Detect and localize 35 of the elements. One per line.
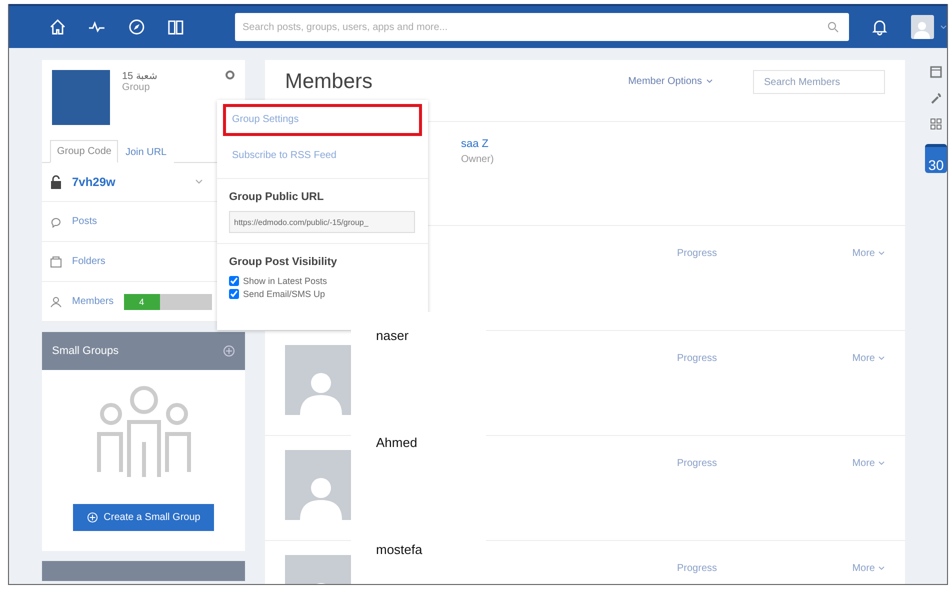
member-count-badge: 4 — [124, 294, 212, 310]
more-link[interactable]: More — [852, 353, 885, 364]
member-options-link[interactable]: Member Options — [628, 76, 713, 87]
create-small-group-button[interactable]: Create a Small Group — [72, 504, 214, 531]
more-link[interactable]: More — [852, 248, 885, 259]
member-name: naser — [376, 328, 410, 343]
member-name[interactable]: saa Z — [461, 138, 905, 150]
calendar-icon[interactable]: 30 — [925, 144, 947, 173]
member-name: mostefa — [376, 542, 424, 557]
progress-link[interactable]: Progress — [677, 563, 718, 574]
page-title: Members — [285, 70, 374, 94]
section-title: Group Post Visibility — [229, 256, 338, 268]
more-link[interactable]: More — [852, 563, 885, 574]
group-name: شعبة 15 — [122, 70, 157, 82]
progress-link[interactable]: Progress — [677, 353, 718, 364]
checkbox-label: Show in Latest Posts — [243, 276, 328, 286]
search-field[interactable]: Search posts, groups, users, apps and more... — [234, 13, 850, 41]
more-link[interactable]: More — [852, 458, 885, 469]
panel-title: Small Groups — [52, 345, 119, 357]
group-type: Group — [122, 82, 151, 93]
member-name: Ahmed — [376, 435, 418, 450]
url-field[interactable]: https://edmodo.com/public/-15/group_ — [229, 211, 415, 233]
menu-item[interactable]: Group Settings — [223, 104, 422, 136]
menu-item[interactable]: Subscribe to RSS Feed — [223, 140, 422, 172]
member-role: Owner) — [461, 154, 495, 165]
nav-link[interactable]: Folders — [72, 256, 106, 267]
progress-link[interactable]: Progress — [677, 458, 718, 469]
progress-link[interactable]: Progress — [677, 248, 718, 259]
nav-link[interactable]: Posts — [72, 216, 98, 227]
nav-link[interactable]: Members — [72, 296, 114, 307]
group-code: 7vh29w — [72, 175, 116, 189]
tab[interactable]: Group Code — [50, 140, 118, 163]
search-members-field[interactable]: Search Members — [753, 70, 885, 94]
checkbox-label: Send Email/SMS Up — [243, 289, 326, 299]
section-title: Group Public URL — [229, 191, 325, 203]
